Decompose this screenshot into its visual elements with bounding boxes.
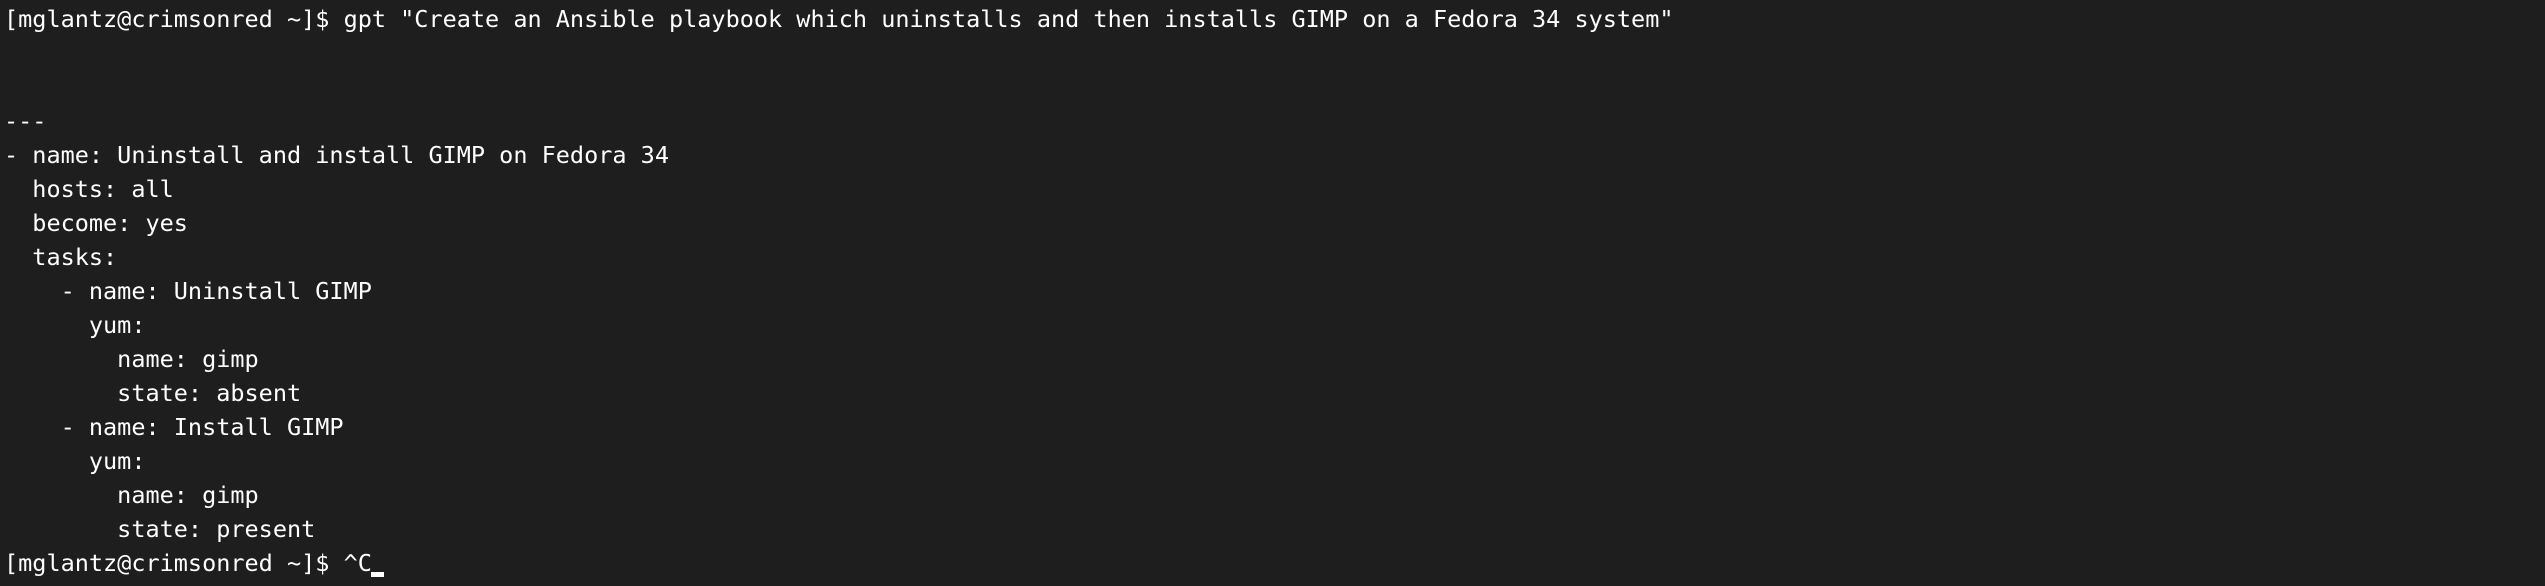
terminal-window[interactable]: [mglantz@crimsonred ~]$ gpt "Create an A… (0, 0, 2545, 586)
output-line-blank (4, 70, 2545, 104)
output-line-yaml-start: --- (4, 107, 47, 135)
output-line-yum: yum: (4, 447, 146, 475)
output-line-become: become: yes (4, 209, 188, 237)
interrupt-text: ^C (343, 549, 372, 577)
command-line: [mglantz@crimsonred ~]$ gpt "Create an A… (4, 2, 2545, 36)
output-line-yum: yum: (4, 311, 146, 339)
prompt-line[interactable]: [mglantz@crimsonred ~]$ ^C (4, 546, 2545, 580)
command-text: gpt "Create an Ansible playbook which un… (343, 5, 1674, 33)
output-line-task-install: - name: Install GIMP (4, 413, 344, 441)
output-line-state-absent: state: absent (4, 379, 302, 407)
output-line-task-uninstall: - name: Uninstall GIMP (4, 277, 372, 305)
output-line-state-present: state: present (4, 515, 316, 543)
output-line-package-name: name: gimp (4, 481, 259, 509)
output-line-hosts: hosts: all (4, 175, 174, 203)
shell-prompt: [mglantz@crimsonred ~]$ (4, 5, 344, 33)
output-line-play-name: - name: Uninstall and install GIMP on Fe… (4, 141, 669, 169)
output-line-package-name: name: gimp (4, 345, 259, 373)
text-cursor (370, 572, 384, 577)
shell-prompt: [mglantz@crimsonred ~]$ (4, 549, 344, 577)
output-line-tasks: tasks: (4, 243, 118, 271)
output-line-blank (4, 36, 2545, 70)
